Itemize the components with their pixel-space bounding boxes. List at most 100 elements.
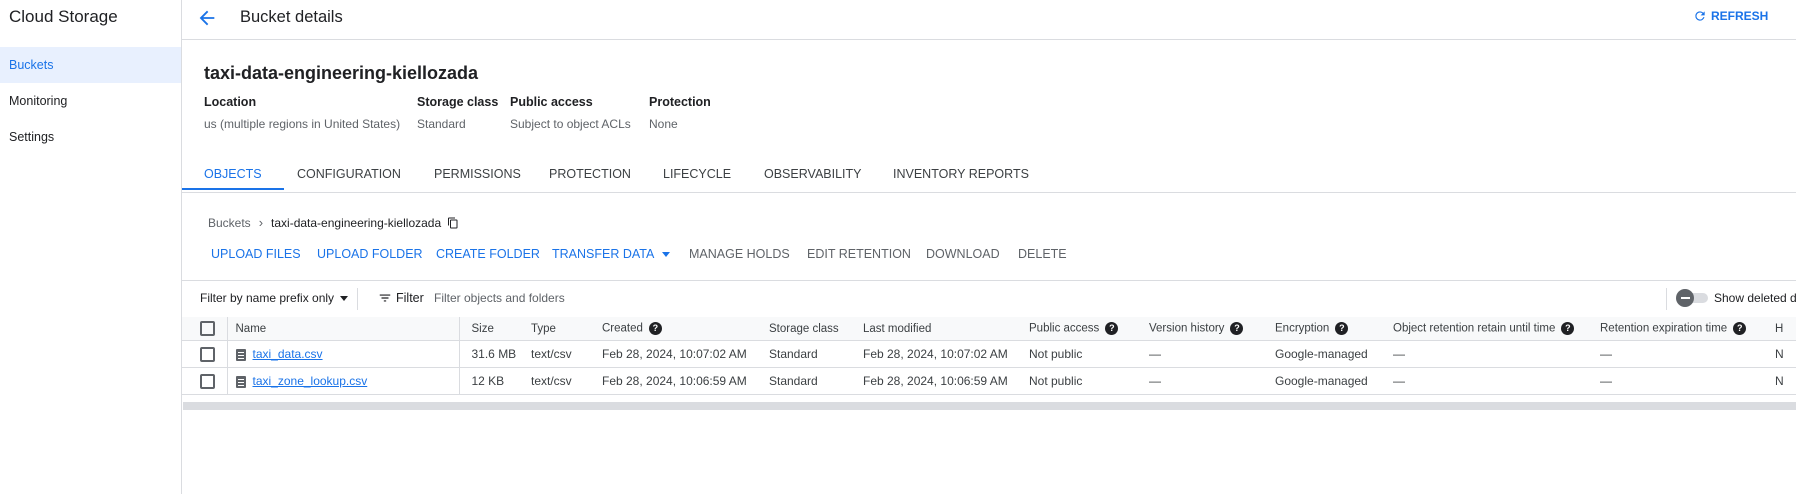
- public-access-label: Public access: [510, 95, 593, 109]
- header-checkbox-cell: [182, 317, 227, 341]
- upload-folder-button[interactable]: UPLOAD FOLDER: [317, 247, 423, 261]
- retain-until-cell: —: [1393, 367, 1600, 395]
- file-link[interactable]: taxi_zone_lookup.csv: [253, 374, 368, 388]
- tab-configuration[interactable]: CONFIGURATION: [275, 158, 423, 190]
- filter-input[interactable]: [434, 287, 734, 309]
- help-icon[interactable]: ?: [1335, 322, 1349, 335]
- column-header-size[interactable]: Size: [458, 317, 531, 341]
- protection-value: None: [649, 117, 678, 131]
- row-checkbox-cell: [182, 367, 227, 395]
- public-access-value: Subject to object ACLs: [510, 117, 631, 131]
- help-icon[interactable]: ?: [1230, 322, 1244, 335]
- select-all-checkbox[interactable]: [200, 321, 215, 336]
- table-row[interactable]: taxi_data.csv 31.6 MB text/csv Feb 28, 2…: [182, 340, 1796, 368]
- back-arrow-icon[interactable]: [196, 7, 218, 29]
- download-button[interactable]: DOWNLOAD: [926, 247, 1000, 261]
- help-icon[interactable]: ?: [1733, 322, 1747, 335]
- sidebar-item-monitoring[interactable]: Monitoring: [0, 83, 181, 119]
- column-header-public-access[interactable]: Public access?: [1029, 317, 1149, 341]
- hold-cell: N: [1775, 340, 1796, 368]
- hold-cell: N: [1775, 367, 1796, 395]
- row-checkbox[interactable]: [200, 346, 215, 362]
- chevron-right-icon: ›: [258, 215, 264, 230]
- version-history-cell: —: [1149, 367, 1275, 395]
- help-icon[interactable]: ?: [1561, 322, 1575, 335]
- sidebar-item-buckets[interactable]: Buckets: [0, 47, 181, 83]
- name-cell: taxi_data.csv: [226, 340, 459, 368]
- column-header-hold[interactable]: H: [1775, 317, 1796, 341]
- prefix-filter-select[interactable]: Filter by name prefix only: [200, 291, 349, 305]
- location-value: us (multiple regions in United States): [204, 117, 401, 131]
- table-row[interactable]: taxi_zone_lookup.csv 12 KB text/csv Feb …: [182, 367, 1796, 395]
- file-icon: [235, 375, 246, 388]
- storage-class-cell: Standard: [769, 367, 863, 395]
- created-cell: Feb 28, 2024, 10:07:02 AM: [602, 340, 769, 368]
- refresh-button[interactable]: REFRESH: [1693, 9, 1768, 23]
- manage-holds-button[interactable]: MANAGE HOLDS: [689, 247, 790, 261]
- horizontal-scrollbar[interactable]: [183, 402, 1796, 410]
- tab-objects[interactable]: OBJECTS: [182, 158, 284, 190]
- retention-expiration-cell: —: [1600, 367, 1775, 395]
- tab-inventory-reports[interactable]: INVENTORY REPORTS: [871, 158, 1051, 190]
- column-header-retention-expiration-label: Retention expiration time: [1600, 322, 1728, 335]
- tab-permissions[interactable]: PERMISSIONS: [412, 158, 543, 190]
- breadcrumb: Buckets › taxi-data-engineering-kielloza…: [208, 215, 459, 230]
- location-label: Location: [204, 95, 257, 109]
- public-access-cell: Not public: [1029, 367, 1149, 395]
- caret-down-icon: [662, 252, 671, 258]
- column-header-created[interactable]: Created?: [602, 317, 769, 341]
- edit-retention-button[interactable]: EDIT RETENTION: [807, 247, 911, 261]
- divider: [1666, 288, 1667, 310]
- page-header: Bucket details REFRESH: [182, 0, 1796, 40]
- last-modified-cell: Feb 28, 2024, 10:06:59 AM: [863, 367, 1029, 395]
- refresh-icon: [1695, 11, 1705, 21]
- column-header-retain-until[interactable]: Object retention retain until time?: [1393, 317, 1600, 341]
- tab-lifecycle[interactable]: LIFECYCLE: [641, 158, 753, 190]
- copy-icon[interactable]: [447, 216, 459, 230]
- protection-label: Protection: [649, 95, 711, 109]
- show-deleted-toggle[interactable]: [1676, 289, 1710, 307]
- breadcrumb-buckets[interactable]: Buckets: [208, 216, 251, 230]
- last-modified-cell: Feb 28, 2024, 10:07:02 AM: [863, 340, 1029, 368]
- delete-button[interactable]: DELETE: [1018, 247, 1067, 261]
- column-header-name[interactable]: Name: [226, 317, 459, 341]
- filter-icon: [379, 294, 391, 302]
- tab-observability[interactable]: OBSERVABILITY: [742, 158, 884, 190]
- help-icon[interactable]: ?: [648, 322, 662, 335]
- size-cell: 31.6 MB: [458, 340, 531, 368]
- size-cell: 12 KB: [458, 367, 531, 395]
- column-header-encryption-label: Encryption: [1275, 322, 1330, 335]
- tab-protection[interactable]: PROTECTION: [527, 158, 653, 190]
- transfer-data-button[interactable]: TRANSFER DATA: [552, 247, 671, 261]
- column-header-type[interactable]: Type: [531, 317, 602, 341]
- tab-bar: OBJECTS CONFIGURATION PERMISSIONS PROTEC…: [182, 158, 1796, 193]
- objects-table: Name Size Type Created? Storage class La…: [182, 317, 1796, 398]
- filter-button[interactable]: Filter: [378, 291, 424, 305]
- column-header-version-history-label: Version history: [1149, 322, 1225, 335]
- filter-label: Filter: [396, 291, 424, 305]
- column-header-storage-class[interactable]: Storage class: [769, 317, 863, 341]
- table-header-row: Name Size Type Created? Storage class La…: [182, 317, 1796, 341]
- storage-class-value: Standard: [417, 117, 466, 131]
- row-checkbox[interactable]: [200, 373, 215, 389]
- storage-class-cell: Standard: [769, 340, 863, 368]
- left-nav: Cloud Storage Buckets Monitoring Setting…: [0, 0, 182, 494]
- column-header-version-history[interactable]: Version history?: [1149, 317, 1275, 341]
- file-link[interactable]: taxi_data.csv: [253, 347, 323, 361]
- breadcrumb-current: taxi-data-engineering-kiellozada: [271, 215, 442, 230]
- upload-files-button[interactable]: UPLOAD FILES: [211, 247, 301, 261]
- column-header-last-modified[interactable]: Last modified: [863, 317, 1029, 341]
- retention-expiration-cell: —: [1600, 340, 1775, 368]
- column-header-encryption[interactable]: Encryption?: [1275, 317, 1393, 341]
- create-folder-button[interactable]: CREATE FOLDER: [436, 247, 540, 261]
- sidebar-item-settings[interactable]: Settings: [0, 119, 181, 155]
- storage-class-label: Storage class: [417, 95, 499, 109]
- help-icon[interactable]: ?: [1105, 322, 1119, 335]
- name-cell: taxi_zone_lookup.csv: [226, 367, 459, 395]
- public-access-cell: Not public: [1029, 340, 1149, 368]
- refresh-label: REFRESH: [1711, 9, 1769, 23]
- filter-bar: Filter by name prefix only Filter Show d…: [182, 280, 1796, 319]
- encryption-cell: Google-managed: [1275, 367, 1393, 395]
- column-header-retention-expiration[interactable]: Retention expiration time?: [1600, 317, 1775, 341]
- page-title: Bucket details: [240, 8, 343, 26]
